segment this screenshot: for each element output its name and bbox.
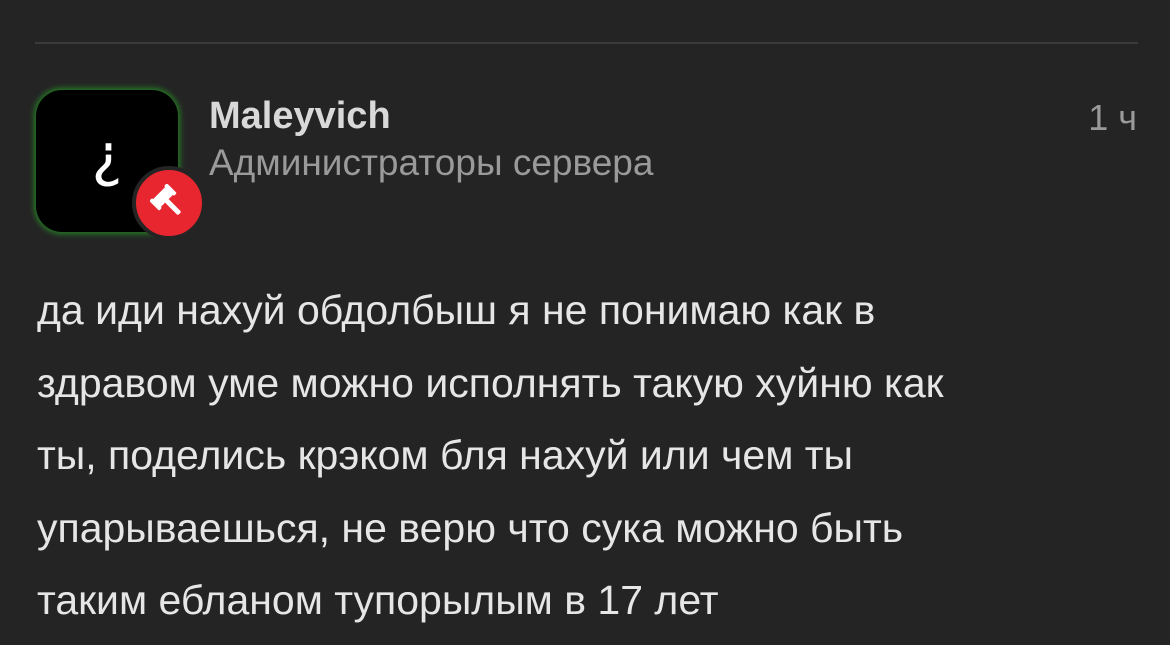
top-divider [35, 42, 1138, 44]
post-timestamp: 1 ч [1088, 97, 1137, 138]
author-avatar[interactable]: ¿ [36, 90, 206, 240]
author-role: Администраторы сервера [209, 142, 654, 183]
moderator-badge [132, 166, 206, 240]
author-username[interactable]: Maleyvich [209, 94, 391, 138]
gavel-icon [150, 184, 181, 215]
post-message: да иди нахуй обдолбыш я не понимаю как в… [37, 287, 944, 623]
